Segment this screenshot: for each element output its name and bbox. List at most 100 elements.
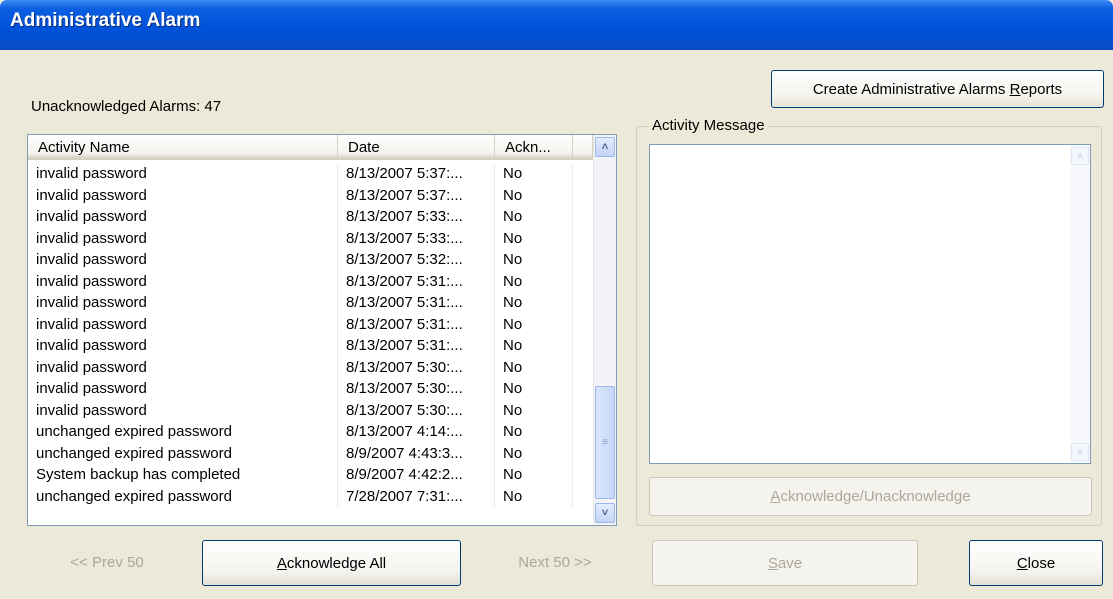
date-cell: 7/28/2007 7:31:... <box>338 485 495 507</box>
activity-name-cell: unchanged expired password <box>28 442 338 464</box>
table-row[interactable]: invalid password 8/13/2007 5:31:... No <box>28 335 593 357</box>
date-cell: 8/13/2007 5:33:... <box>338 206 495 228</box>
acknowledged-cell: No <box>495 442 573 464</box>
activity-message-scrollbar: ˄ ˅ <box>1070 145 1090 463</box>
scroll-up-icon[interactable]: ˄ <box>595 137 615 157</box>
row-filler <box>573 400 593 422</box>
acknowledged-cell: No <box>495 464 573 486</box>
row-filler <box>573 271 593 293</box>
table-row[interactable]: invalid password 8/13/2007 5:32:... No <box>28 249 593 271</box>
acknowledge-all-button[interactable]: Acknowledge All <box>202 540 461 586</box>
activity-name-cell: invalid password <box>28 270 338 292</box>
create-reports-button[interactable]: Create Administrative Alarms Reports <box>771 70 1104 108</box>
row-filler <box>573 357 593 379</box>
acknowledged-cell: No <box>495 206 573 228</box>
table-row[interactable]: System backup has completed 8/9/2007 4:42… <box>28 464 593 486</box>
date-cell: 8/13/2007 5:33:... <box>338 227 495 249</box>
row-filler <box>573 335 593 357</box>
date-cell: 8/13/2007 5:31:... <box>338 313 495 335</box>
column-header-acknowledged[interactable]: Ackn... <box>495 135 573 160</box>
date-cell: 8/13/2007 5:30:... <box>338 356 495 378</box>
date-cell: 8/9/2007 4:42:2... <box>338 464 495 486</box>
activity-message-legend: Activity Message <box>649 117 768 134</box>
date-cell: 8/13/2007 5:31:... <box>338 292 495 314</box>
date-cell: 8/13/2007 4:14:... <box>338 421 495 443</box>
row-filler <box>573 206 593 228</box>
next-50-button[interactable]: Next 50 >> <box>475 540 635 585</box>
row-filler <box>573 163 593 185</box>
acknowledged-cell: No <box>495 399 573 421</box>
table-row[interactable]: invalid password 8/13/2007 5:37:... No <box>28 163 593 185</box>
row-filler <box>573 486 593 508</box>
acknowledged-cell: No <box>495 485 573 507</box>
acknowledged-cell: No <box>495 163 573 185</box>
table-row[interactable]: invalid password 8/13/2007 5:31:... No <box>28 313 593 336</box>
acknowledged-cell: No <box>495 249 573 271</box>
activity-name-cell: unchanged expired password <box>28 421 338 443</box>
date-cell: 8/13/2007 5:37:... <box>338 163 495 185</box>
acknowledge-unacknowledge-label: Acknowledge/Unacknowledge <box>770 488 971 505</box>
table-row[interactable]: invalid password 8/13/2007 5:30:... No <box>28 378 593 400</box>
acknowledged-cell: No <box>495 184 573 206</box>
column-header-activity-name[interactable]: Activity Name <box>28 135 338 160</box>
activity-message-textarea[interactable]: ˄ ˅ <box>649 144 1091 464</box>
date-cell: 8/13/2007 5:37:... <box>338 184 495 206</box>
table-row[interactable]: invalid password 8/13/2007 5:31:... No <box>28 292 593 314</box>
table-row[interactable]: invalid password 8/13/2007 5:31:... No <box>28 270 593 293</box>
textarea-scroll-down-icon: ˅ <box>1071 443 1089 461</box>
row-filler <box>573 443 593 465</box>
acknowledged-cell: No <box>495 227 573 249</box>
activity-name-cell: invalid password <box>28 227 338 249</box>
close-button[interactable]: Close <box>969 540 1103 586</box>
row-filler <box>573 421 593 443</box>
activity-name-cell: invalid password <box>28 249 338 271</box>
activity-name-cell: invalid password <box>28 206 338 228</box>
date-cell: 8/13/2007 5:30:... <box>338 378 495 400</box>
scroll-thumb[interactable]: ≡ <box>595 386 615 499</box>
table-row[interactable]: unchanged expired password 7/28/2007 7:31… <box>28 485 593 508</box>
activity-name-cell: System backup has completed <box>28 464 338 486</box>
table-row[interactable]: unchanged expired password 8/13/2007 4:14… <box>28 421 593 443</box>
scroll-down-icon[interactable]: ˅ <box>595 503 615 523</box>
acknowledged-cell: No <box>495 270 573 292</box>
row-filler <box>573 249 593 271</box>
activity-name-cell: unchanged expired password <box>28 485 338 507</box>
row-filler <box>573 185 593 207</box>
acknowledged-cell: No <box>495 378 573 400</box>
row-filler <box>573 292 593 314</box>
activity-name-cell: invalid password <box>28 163 338 185</box>
list-header: Activity Name Date Ackn... <box>28 135 593 160</box>
acknowledged-cell: No <box>495 421 573 443</box>
acknowledge-unacknowledge-button[interactable]: Acknowledge/Unacknowledge <box>649 477 1092 516</box>
title-bar: Administrative Alarm <box>0 0 1113 50</box>
unacknowledged-count-label: Unacknowledged Alarms: 47 <box>31 98 222 115</box>
column-header-date[interactable]: Date <box>338 135 495 160</box>
save-button[interactable]: Save <box>652 540 918 586</box>
table-row[interactable]: invalid password 8/13/2007 5:30:... No <box>28 399 593 422</box>
list-rows: invalid password 8/13/2007 5:37:... No inva… <box>28 163 593 507</box>
acknowledged-cell: No <box>495 292 573 314</box>
activity-name-cell: invalid password <box>28 335 338 357</box>
acknowledged-cell: No <box>495 335 573 357</box>
next-50-label: Next 50 >> <box>518 554 592 571</box>
activity-name-cell: invalid password <box>28 356 338 378</box>
list-scrollbar[interactable]: ˄ ≡ ˅ <box>593 135 616 525</box>
table-row[interactable]: invalid password 8/13/2007 5:33:... No <box>28 227 593 249</box>
prev-50-button[interactable]: << Prev 50 <box>27 540 187 585</box>
date-cell: 8/9/2007 4:43:3... <box>338 442 495 464</box>
prev-50-label: << Prev 50 <box>70 554 144 571</box>
create-reports-button-label: Create Administrative Alarms Reports <box>812 80 1063 98</box>
table-row[interactable]: unchanged expired password 8/9/2007 4:43:… <box>28 442 593 465</box>
acknowledge-all-label: Acknowledge All <box>276 554 387 572</box>
alarms-list[interactable]: Activity Name Date Ackn... invalid passw… <box>27 134 617 526</box>
table-row[interactable]: invalid password 8/13/2007 5:33:... No <box>28 206 593 228</box>
table-row[interactable]: invalid password 8/13/2007 5:30:... No <box>28 356 593 379</box>
row-filler <box>573 464 593 486</box>
textarea-scroll-up-icon: ˄ <box>1071 147 1089 165</box>
row-filler <box>573 378 593 400</box>
table-row[interactable]: invalid password 8/13/2007 5:37:... No <box>28 184 593 207</box>
activity-name-cell: invalid password <box>28 378 338 400</box>
row-filler <box>573 314 593 336</box>
activity-name-cell: invalid password <box>28 292 338 314</box>
close-label: Close <box>1016 554 1056 572</box>
